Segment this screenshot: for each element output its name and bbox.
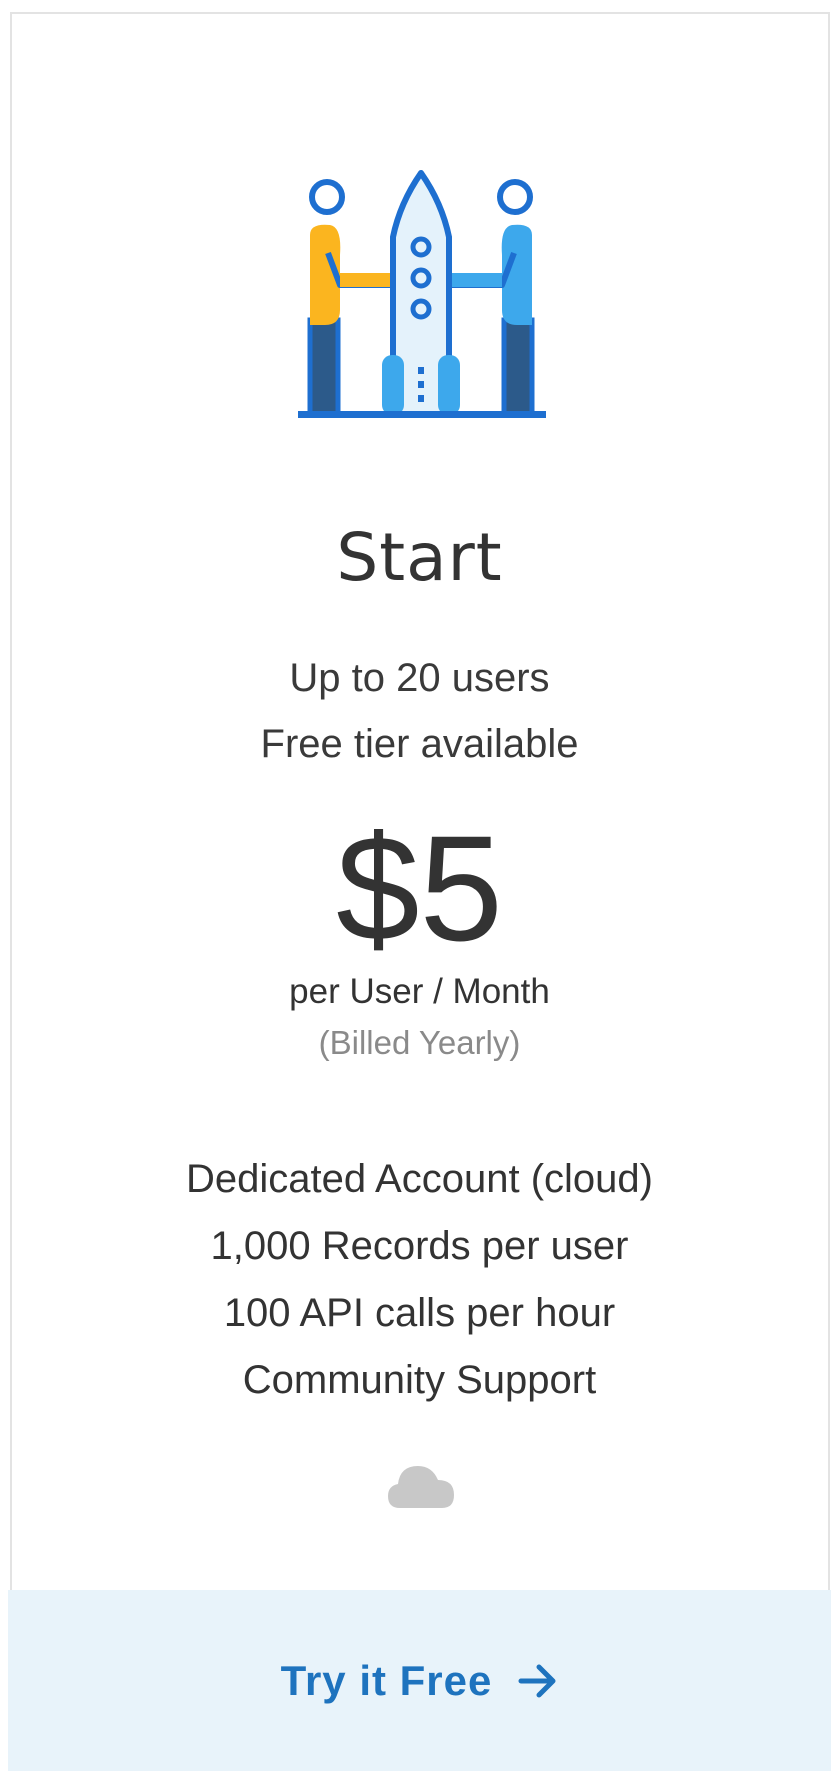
arrow-right-icon [518, 1664, 556, 1697]
try-free-label: Try it Free [280, 1656, 493, 1704]
feature-item: Community Support [242, 1358, 597, 1402]
price-unit: per User / Month [289, 972, 550, 1011]
plan-title: Start [336, 519, 503, 596]
feature-list: Dedicated Account (cloud) 1,000 Records … [0, 1148, 839, 1416]
feature-item: Dedicated Account (cloud) [186, 1157, 653, 1201]
try-free-button[interactable]: Try it Free [8, 1590, 831, 1771]
rocket-team-illustration [298, 170, 546, 418]
plan-tier-note: Free tier available [260, 722, 579, 766]
plan-user-limit: Up to 20 users [289, 656, 550, 700]
plan-price: $5 [336, 804, 503, 972]
cloud-icon [388, 1466, 454, 1508]
billing-note: (Billed Yearly) [318, 1024, 521, 1061]
feature-item: 1,000 Records per user [210, 1224, 629, 1268]
feature-item: 100 API calls per hour [223, 1291, 616, 1335]
